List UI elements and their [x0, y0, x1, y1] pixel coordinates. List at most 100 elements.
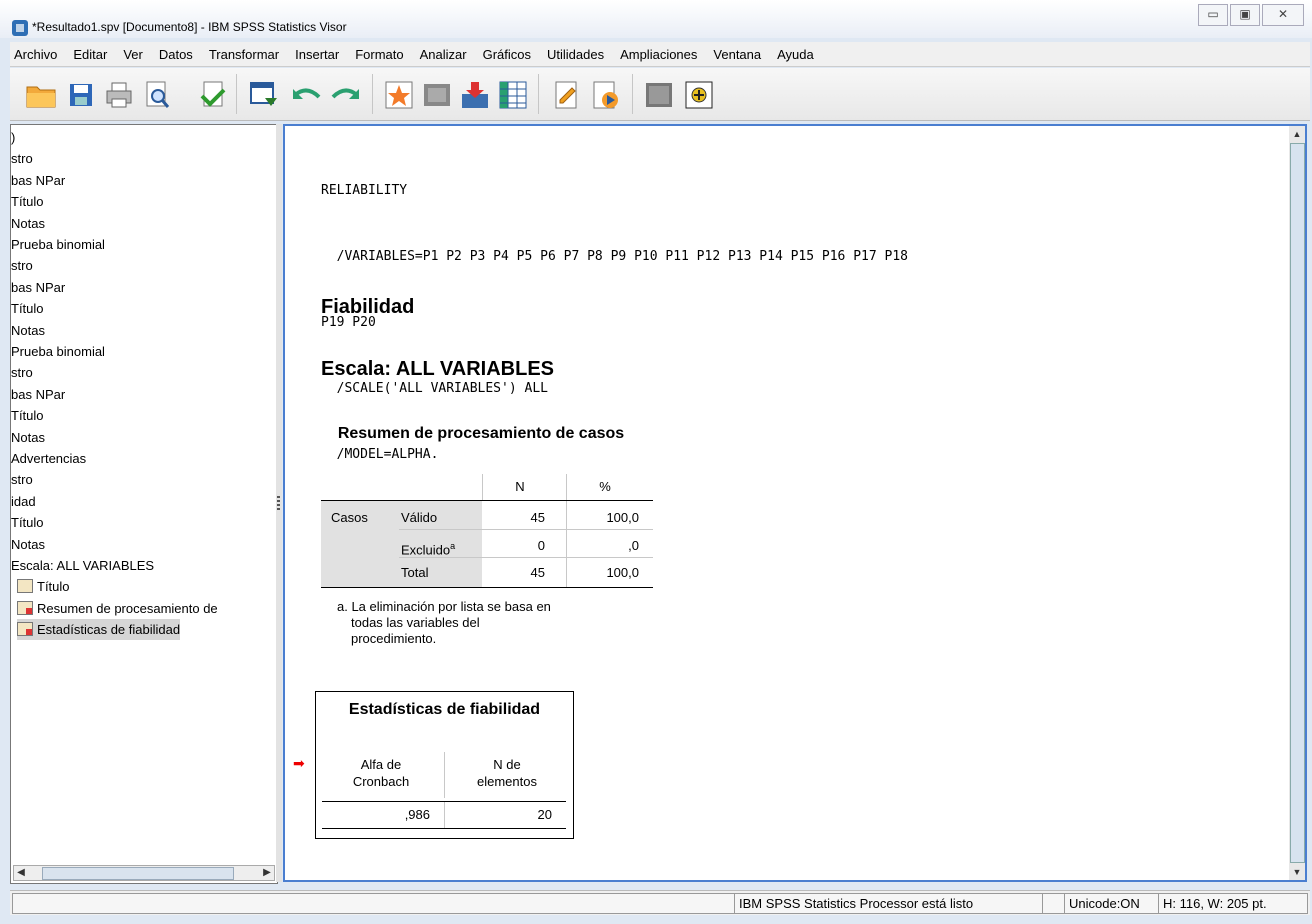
outline-item[interactable]: Advertencias [11, 448, 86, 469]
heading-fiabilidad: Fiabilidad [321, 296, 415, 318]
menu-datos[interactable]: Datos [151, 47, 201, 62]
scroll-thumb[interactable] [1290, 143, 1305, 863]
table-rule [322, 828, 566, 829]
syntax-line: /VARIABLES=P1 P2 P3 P4 P5 P6 P7 P8 P9 P1… [321, 249, 908, 264]
insert-text-icon[interactable] [550, 78, 584, 112]
outline-item-label: Notas [11, 429, 45, 445]
collapse-icon[interactable] [642, 78, 676, 112]
outline-item[interactable]: Notas [11, 320, 45, 341]
cell-pct: 100,0 [606, 510, 639, 525]
cell-pct: 100,0 [606, 565, 639, 580]
outline-item-label: idad [11, 493, 36, 509]
outline-item[interactable]: stro [11, 255, 33, 276]
print-preview-icon[interactable] [140, 78, 174, 112]
menu-ampliaciones[interactable]: Ampliaciones [612, 47, 705, 62]
status-unicode: Unicode:ON [1064, 893, 1160, 914]
scroll-thumb[interactable] [42, 867, 234, 880]
outline-item[interactable]: stro [11, 148, 33, 169]
menu-transformar[interactable]: Transformar [201, 47, 287, 62]
cell-alpha: ,986 [404, 807, 430, 822]
outline-item-label: bas NPar [11, 386, 66, 402]
outline-item[interactable]: Resumen de procesamiento de [17, 598, 218, 619]
insert-heading-icon[interactable] [458, 78, 492, 112]
undo-icon[interactable] [290, 78, 324, 112]
outline-item[interactable]: Título [11, 191, 44, 212]
menu-ver[interactable]: Ver [115, 47, 151, 62]
heading-scale: Escala: ALL VARIABLES [321, 358, 555, 380]
row-divider [399, 557, 653, 558]
save-icon[interactable] [64, 78, 98, 112]
menu-editar[interactable]: Editar [65, 47, 115, 62]
outline-item-label: Notas [11, 215, 45, 231]
menu-analizar[interactable]: Analizar [412, 47, 475, 62]
outline-item[interactable]: stro [11, 469, 33, 490]
outline-item[interactable]: Estadísticas de fiabilidad [17, 619, 181, 641]
output-pane[interactable]: RELIABILITY /VARIABLES=P1 P2 P3 P4 P5 P6… [283, 124, 1307, 882]
syntax-line: /SCALE('ALL VARIABLES') ALL [321, 381, 548, 396]
outline-item-label: Título [11, 515, 44, 531]
close-button[interactable]: ✕ [1262, 4, 1304, 26]
reliability-table-title: Estadísticas de fiabilidad [348, 701, 541, 718]
outline-item-label: bas NPar [11, 172, 66, 188]
outline-item-label: Prueba binomial [11, 344, 105, 359]
open-icon[interactable] [24, 78, 58, 112]
outline-item[interactable]: Título [11, 512, 44, 533]
syntax-line: /MODEL=ALPHA. [321, 447, 439, 462]
col-divider [444, 802, 445, 828]
insert-table-icon[interactable] [496, 78, 530, 112]
menu-archivo[interactable]: Archivo [10, 47, 65, 62]
outline-item[interactable]: Notas [11, 534, 45, 555]
outline-item[interactable]: Título [11, 405, 44, 426]
scroll-down-icon[interactable]: ▼ [1289, 864, 1305, 880]
outline-item[interactable]: bas NPar [11, 277, 65, 298]
scroll-left-icon[interactable]: ◀ [14, 866, 28, 880]
expand-icon[interactable] [682, 78, 716, 112]
col-header-line: Cronbach [352, 774, 410, 789]
maximize-button[interactable]: ▣ [1230, 4, 1260, 26]
reliability-table[interactable]: Estadísticas de fiabilidad Alfa de Cronb… [315, 691, 574, 839]
outline-item[interactable]: idad [11, 491, 36, 512]
outline-item[interactable]: Prueba binomial [11, 341, 105, 362]
menu-graficos[interactable]: Gráficos [475, 47, 539, 62]
outline-item[interactable]: bas NPar [11, 170, 65, 191]
designate-window-icon[interactable] [382, 78, 416, 112]
outline-item-label: stro [11, 151, 33, 167]
select-last-output-icon[interactable] [420, 78, 454, 112]
redo-icon[interactable] [328, 78, 362, 112]
outline-item-label: ) [11, 130, 16, 145]
vertical-scrollbar[interactable]: ▲ ▼ [1289, 126, 1305, 880]
run-script-icon[interactable] [588, 78, 622, 112]
outline-item[interactable]: Prueba binomial [11, 234, 105, 255]
col-header-n: N [515, 479, 525, 494]
print-icon[interactable] [102, 78, 136, 112]
toolbar [10, 68, 1310, 121]
menu-ventana[interactable]: Ventana [705, 47, 769, 62]
pane-splitter[interactable] [276, 124, 282, 882]
menu-formato[interactable]: Formato [347, 47, 411, 62]
outline-item[interactable]: Notas [11, 213, 45, 234]
goto-data-icon[interactable] [246, 78, 280, 112]
outline-item-label: bas NPar [11, 279, 66, 295]
outline-item[interactable]: ) [11, 127, 15, 148]
export-icon[interactable] [196, 78, 230, 112]
row-label-valido: Válido [401, 510, 438, 525]
horizontal-scrollbar[interactable]: ◀ ▶ [13, 865, 275, 881]
menu-insertar[interactable]: Insertar [287, 47, 347, 62]
outline-item[interactable]: stro [11, 362, 33, 383]
outline-item-label: stro [11, 365, 33, 381]
menu-utilidades[interactable]: Utilidades [539, 47, 612, 62]
outline-item[interactable]: Escala: ALL VARIABLES [11, 555, 154, 576]
syntax-line: RELIABILITY [321, 183, 408, 198]
outline-pane[interactable]: ) stro bas NPar Título Notas Prueba binomial s… [10, 124, 278, 884]
status-bar: IBM SPSS Statistics Processor está listo… [10, 890, 1310, 915]
cell-pct: ,0 [628, 538, 639, 553]
outline-item[interactable]: bas NPar [11, 384, 65, 405]
outline-item[interactable]: Título [17, 576, 70, 597]
scroll-right-icon[interactable]: ▶ [260, 866, 274, 880]
outline-item[interactable]: Notas [11, 427, 45, 448]
minimize-button[interactable]: ▭ [1198, 4, 1228, 26]
outline-item[interactable]: Título [11, 298, 44, 319]
menu-ayuda[interactable]: Ayuda [769, 47, 822, 62]
scroll-up-icon[interactable]: ▲ [1289, 126, 1305, 142]
col-header-line: N de [493, 757, 521, 772]
